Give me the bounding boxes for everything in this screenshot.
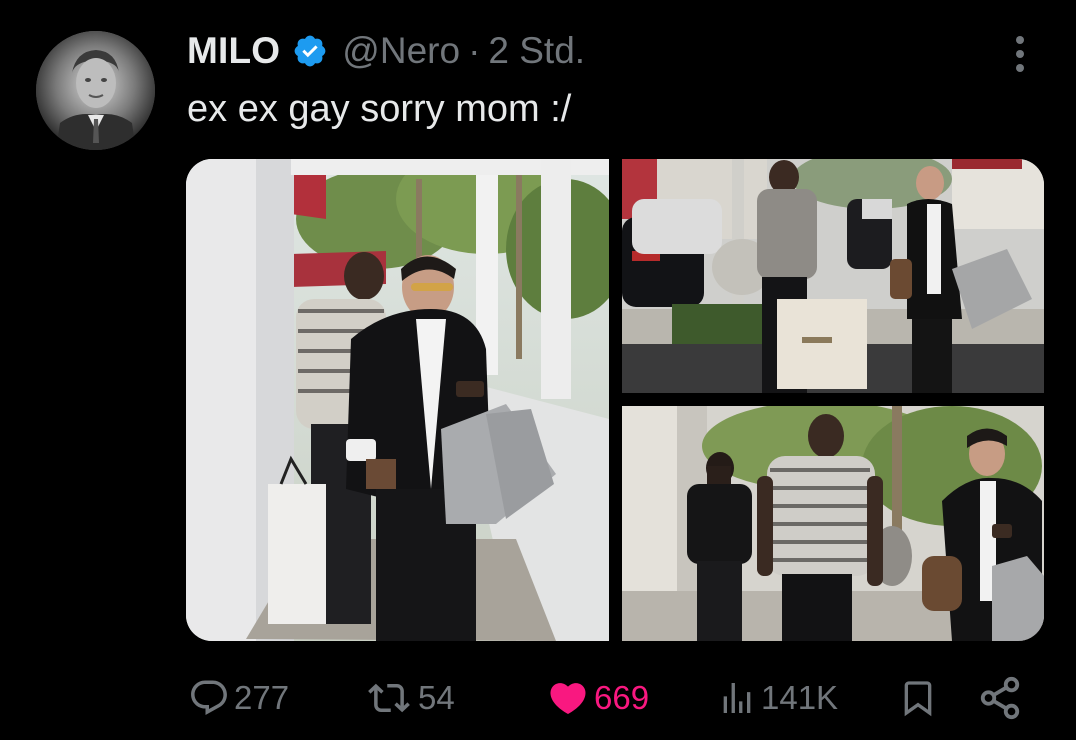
timestamp[interactable]: 2 Std. — [488, 30, 585, 72]
display-name[interactable]: MILO — [187, 30, 280, 72]
tweet-header: MILO @Nero · 2 Std. — [187, 27, 585, 75]
heart-icon — [550, 683, 586, 715]
bar-chart-icon — [723, 683, 751, 713]
bookmark-button[interactable] — [898, 668, 938, 728]
avatar-portrait — [36, 31, 155, 150]
separator-dot: · — [468, 30, 481, 71]
repost-count: 54 — [418, 679, 455, 716]
user-handle[interactable]: @Nero — [342, 30, 460, 72]
media-grid — [186, 159, 1044, 641]
reply-count: 277 — [234, 679, 290, 716]
reply-button[interactable]: 277 — [188, 668, 289, 728]
views-count: 141K — [761, 679, 839, 716]
share-button[interactable] — [977, 668, 1023, 728]
avatar[interactable] — [36, 31, 155, 150]
photo-street-shopping-bags[interactable] — [186, 159, 609, 641]
tweet: MILO @Nero · 2 Std. ex ex gay sorry mom … — [0, 0, 1076, 740]
photo-walking-phone[interactable] — [622, 406, 1044, 641]
bookmark-icon — [904, 681, 932, 717]
like-count: 669 — [594, 679, 650, 716]
repost-arrows-icon — [368, 683, 410, 713]
photo-sidewalk-ysl-bag[interactable] — [622, 159, 1044, 393]
more-dots-icon[interactable] — [1006, 34, 1034, 74]
share-nodes-icon — [980, 676, 1020, 720]
views-button[interactable]: 141K — [717, 668, 838, 728]
speech-bubble-icon — [191, 680, 227, 715]
repost-button[interactable]: 54 — [364, 668, 455, 728]
action-bar: 277 54 669 141K — [0, 668, 1076, 728]
like-button[interactable]: 669 — [546, 668, 649, 728]
verified-badge-icon — [294, 35, 326, 67]
tweet-text: ex ex gay sorry mom :/ — [187, 88, 572, 130]
